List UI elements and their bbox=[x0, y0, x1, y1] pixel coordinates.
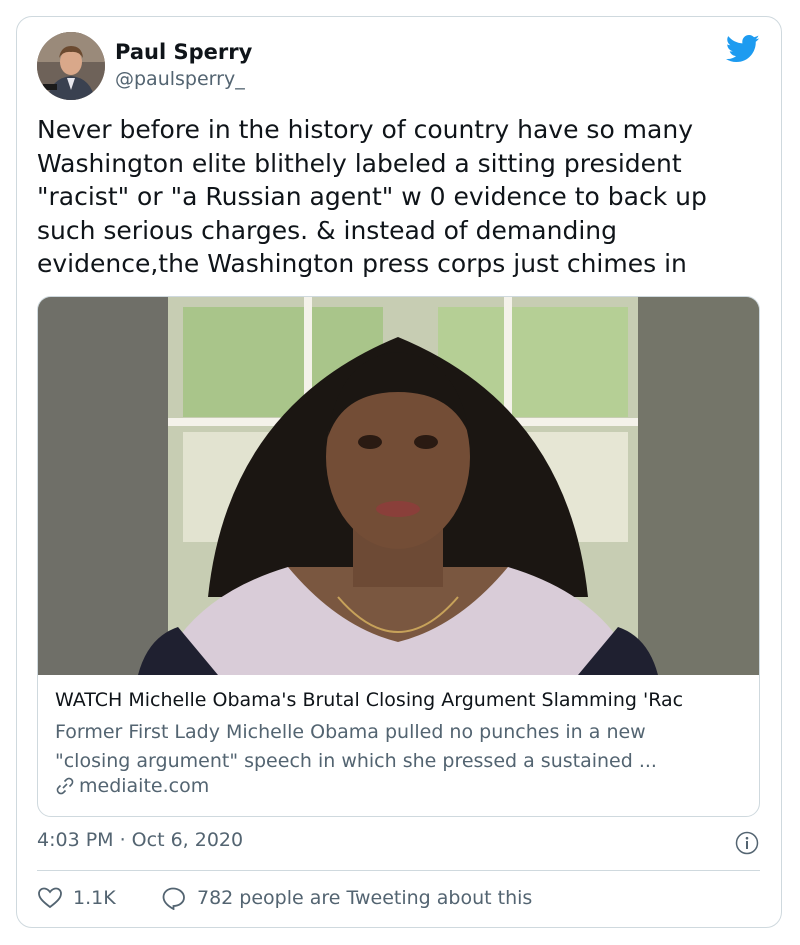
author-handle[interactable]: @paulsperry_ bbox=[115, 68, 245, 90]
conversation-link[interactable]: 782 people are Tweeting about this bbox=[161, 886, 532, 910]
link-description: Former First Lady Michelle Obama pulled … bbox=[55, 721, 657, 772]
like-count: 1.1K bbox=[73, 887, 116, 909]
like-button[interactable]: 1.1K bbox=[37, 886, 116, 910]
author-avatar[interactable] bbox=[37, 32, 105, 100]
link-preview-card[interactable]: WATCH Michelle Obama's Brutal Closing Ar… bbox=[37, 296, 760, 817]
heart-icon bbox=[38, 887, 62, 909]
info-icon[interactable] bbox=[735, 831, 759, 855]
link-title[interactable]: WATCH Michelle Obama's Brutal Closing Ar… bbox=[55, 689, 755, 711]
link-icon bbox=[56, 777, 74, 795]
tweet-text: Never before in the history of country h… bbox=[37, 115, 707, 278]
twitter-bird-icon[interactable] bbox=[726, 34, 760, 64]
link-preview-image[interactable] bbox=[38, 297, 760, 675]
divider bbox=[37, 870, 760, 871]
link-domain: mediaite.com bbox=[79, 775, 210, 797]
link-domain-row[interactable]: mediaite.com bbox=[55, 775, 209, 797]
author-name[interactable]: Paul Sperry bbox=[115, 40, 252, 64]
conversation-text: 782 people are Tweeting about this bbox=[197, 887, 533, 909]
speech-bubble-icon bbox=[162, 887, 185, 910]
tweet-timestamp[interactable]: 4:03 PM · Oct 6, 2020 bbox=[37, 829, 243, 851]
